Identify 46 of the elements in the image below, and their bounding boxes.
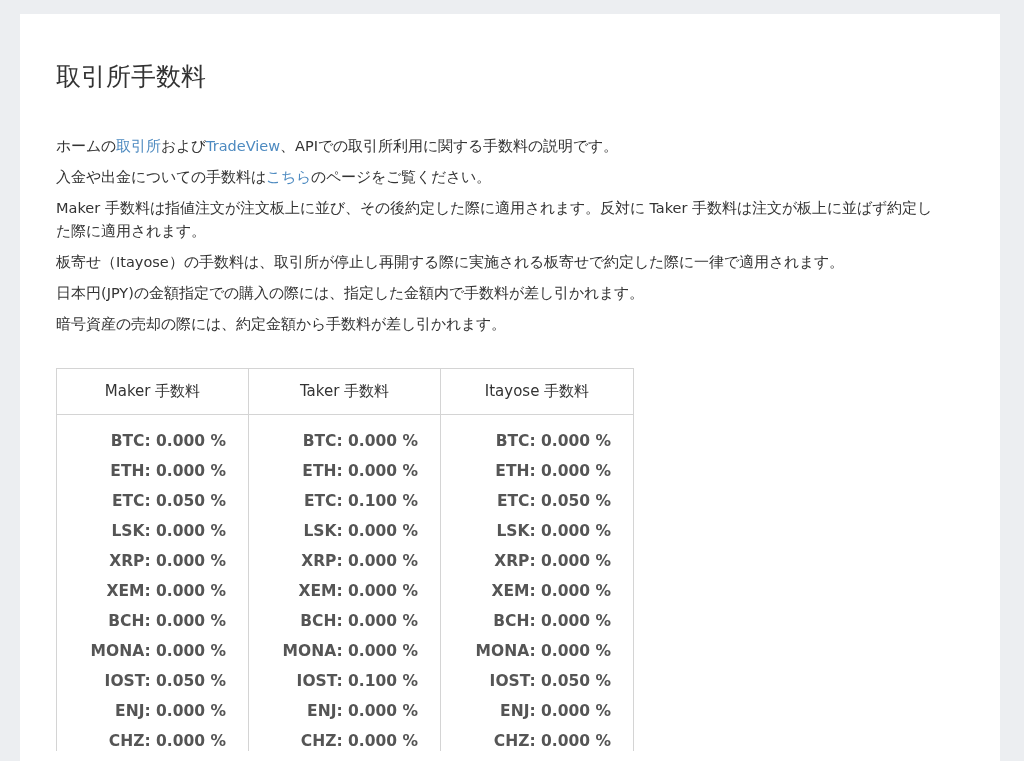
paragraph: ホームの取引所およびTradeView、APIでの取引所利用に関する手数料の説明です。 [56,137,620,156]
paragraph: Maker 手数料は指値注文が注文板上に並び、その後約定した際に適用されます。反対に Taker 手数料は注文が板上に並ばず約定した際に適用されます。 [56,199,934,241]
fee-value: LSK: 0.000 % [303,521,418,541]
fee-value: XRP: 0.000 % [109,551,226,571]
text-link[interactable]: こちら [266,169,311,185]
fee-value: ETH: 0.000 % [495,461,611,481]
fee-value: XEM: 0.000 % [106,581,226,601]
page-title: 取引所手数料 [56,61,207,93]
fee-value: ETC: 0.050 % [496,491,611,511]
paragraph: 板寄せ（Itayose）の手数料は、取引所が停止し再開する際に実施される板寄せで約定した際に一律で適用されます。 [56,253,845,272]
paragraph: 入金や出金についての手数料は こちらのページをご覧ください。 [56,168,492,187]
fee-value: XEM: 0.000 % [491,581,611,601]
fee-value: ETC: 0.100 % [303,491,418,511]
column-header: Maker 手数料 [57,369,249,415]
text-link[interactable]: TradeView [206,138,281,154]
fee-value: XEM: 0.000 % [298,581,418,601]
fee-value: ETC: 0.050 % [111,491,226,511]
fee-value: MONA: 0.000 % [90,641,226,661]
column-header: Taker 手数料 [249,369,441,415]
paragraph: 暗号資産の売却の際には、約定金額から手数料が差し引かれます。 [56,315,507,334]
fee-value: BCH: 0.000 % [493,611,611,631]
fee-value: IOST: 0.050 % [489,671,611,691]
fee-value: ENJ: 0.000 % [115,701,226,721]
column-header: Itayose 手数料 [441,369,633,415]
fee-value: CHZ: 0.000 % [300,731,418,751]
fee-value: BCH: 0.000 % [300,611,418,631]
fee-value: ENJ: 0.000 % [307,701,418,721]
fee-value: BCH: 0.000 % [108,611,226,631]
fee-value: ETH: 0.000 % [110,461,226,481]
fee-value: BTC: 0.000 % [495,431,611,451]
paragraph: 日本円(JPY)の金額指定での購入の際には、指定した金額内で手数料が差し引かれます。 [56,284,645,303]
fee-value: LSK: 0.000 % [496,521,611,541]
fee-value: CHZ: 0.000 % [108,731,226,751]
fee-value: LSK: 0.000 % [111,521,226,541]
fee-value: ENJ: 0.000 % [500,701,611,721]
fee-value: MONA: 0.000 % [282,641,418,661]
fee-value: IOST: 0.100 % [296,671,418,691]
fee-value: ETH: 0.000 % [302,461,418,481]
fee-value: XRP: 0.000 % [494,551,611,571]
fee-value: CHZ: 0.000 % [493,731,611,751]
fee-value: MONA: 0.000 % [475,641,611,661]
fee-value: IOST: 0.050 % [104,671,226,691]
fee-value: BTC: 0.000 % [110,431,226,451]
fee-value: BTC: 0.000 % [302,431,418,451]
fee-value: XRP: 0.000 % [301,551,418,571]
text-link[interactable]: 取引所 [116,138,161,154]
